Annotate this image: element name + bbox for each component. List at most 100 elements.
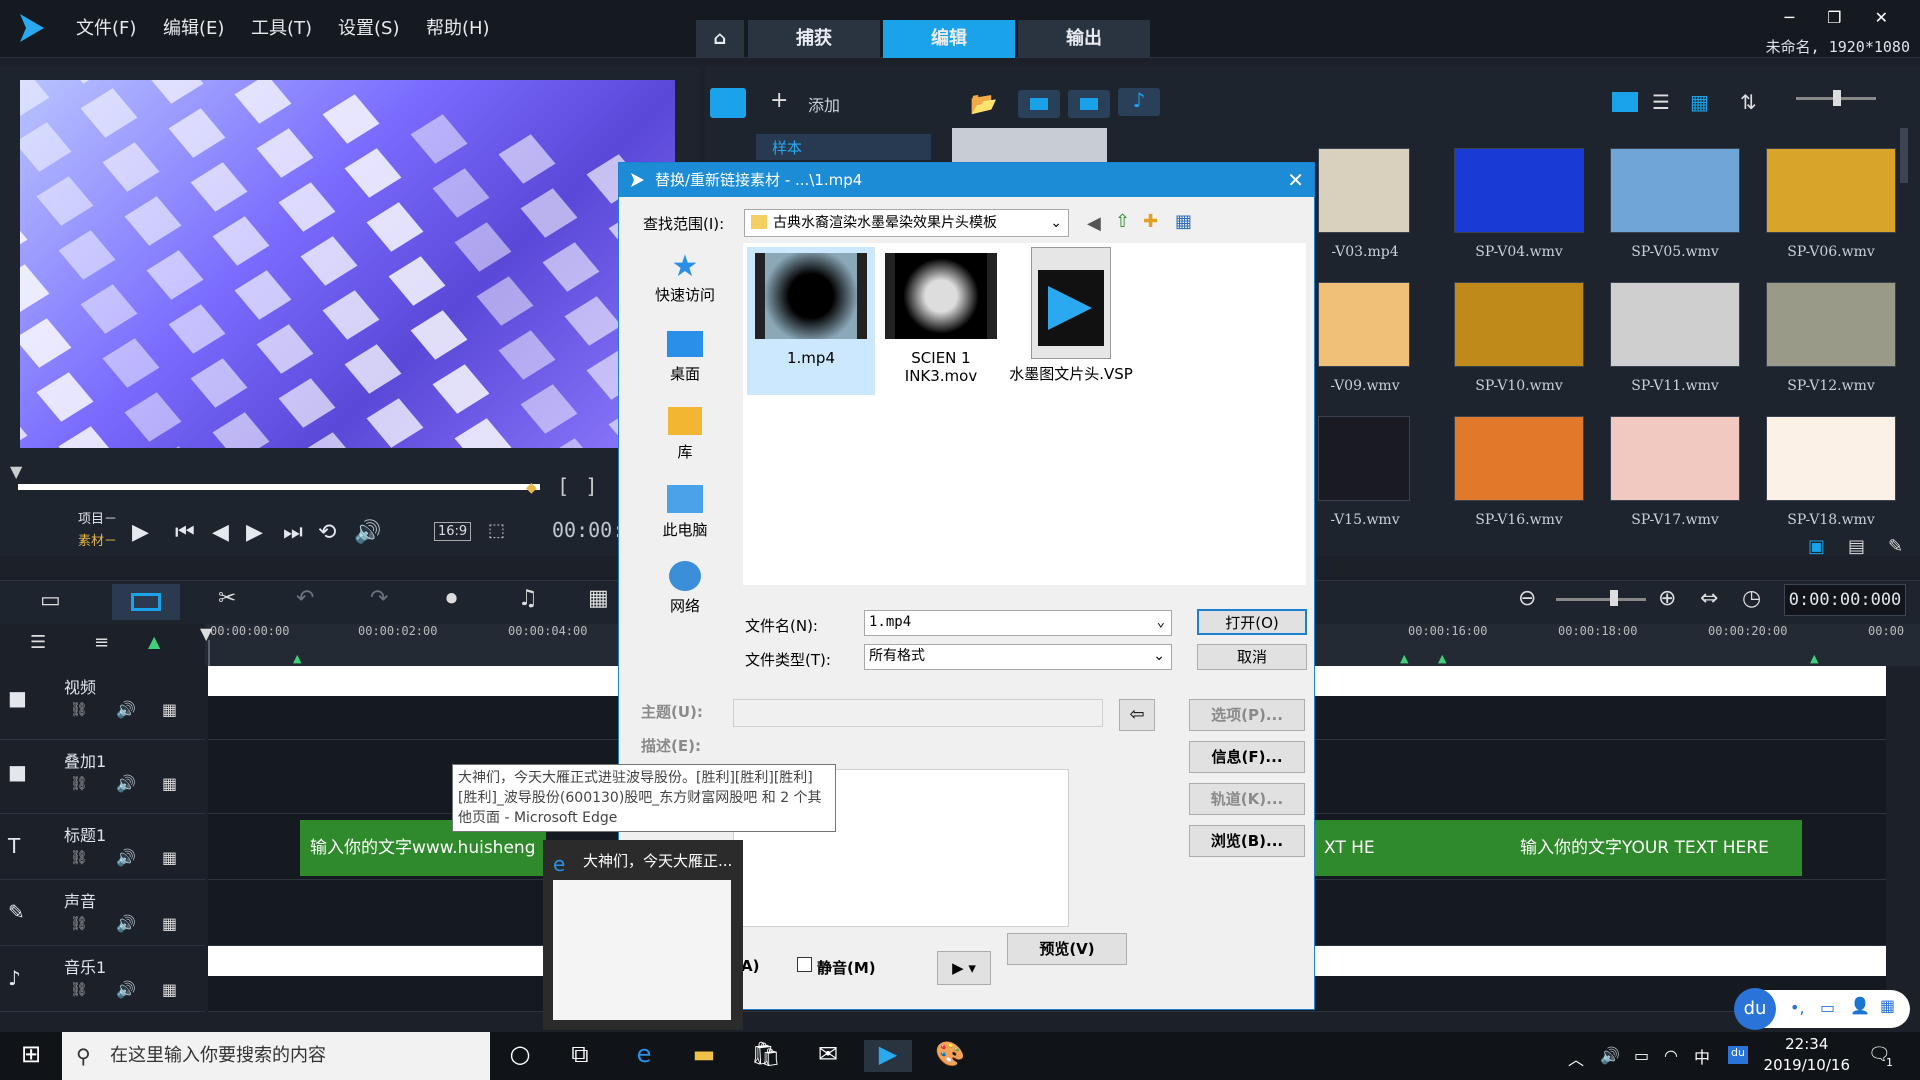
network-tray-icon[interactable]: ◠ (1664, 1046, 1678, 1065)
window-controls[interactable]: ─ ❐ ✕ (1784, 8, 1902, 27)
library-thumbnail[interactable] (1454, 148, 1584, 233)
track-header[interactable]: T 标题1 ⛓ 🔊 ▦ (0, 814, 205, 880)
library-thumbnail[interactable] (1766, 148, 1896, 233)
mute-checkbox[interactable] (797, 957, 812, 972)
link-icon[interactable]: ⛓ (70, 776, 88, 792)
view-menu-icon[interactable]: ▦ (1175, 211, 1192, 232)
storyboard-view-icon[interactable]: ▭ (40, 588, 61, 613)
link-icon[interactable]: ⛓ (70, 702, 88, 718)
file-explorer-icon[interactable]: ▬ (680, 1040, 728, 1072)
track-header[interactable]: ■ 视频 ⛓ 🔊 ▦ (0, 666, 205, 740)
go-to-end-icon[interactable]: ⏭ (283, 520, 303, 545)
track-button[interactable]: 轨道(K)... (1189, 783, 1305, 815)
mute-track-icon[interactable]: 🔊 (116, 914, 136, 933)
edge-taskbar-icon[interactable]: e (620, 1040, 668, 1072)
trim-start-marker[interactable]: ▼ (10, 462, 22, 481)
title-clip[interactable]: 输入你的文字YOUR TEXT HERE (1510, 820, 1802, 876)
show-audio-button[interactable]: ♪ (1118, 88, 1160, 116)
menu-help[interactable]: 帮助(H) (426, 14, 490, 40)
cancel-button[interactable]: 取消 (1197, 644, 1307, 670)
mute-track-icon[interactable]: 🔊 (116, 980, 136, 999)
baidu-toolbar-icon-2[interactable]: ▭ (1820, 998, 1835, 1017)
library-bottom-icon-1[interactable]: ▣ (1808, 536, 1825, 557)
library-thumb-partial[interactable] (952, 128, 1107, 164)
go-to-start-icon[interactable]: ⏮ (175, 520, 195, 545)
library-thumbnail[interactable] (1610, 282, 1740, 367)
track-option-icon[interactable]: ▦ (162, 700, 177, 719)
link-icon[interactable]: ⛓ (70, 850, 88, 866)
zoom-slider-handle[interactable] (1610, 590, 1618, 606)
task-view-icon[interactable]: ⧉ (556, 1040, 604, 1072)
tab-edit[interactable]: 编辑 (883, 20, 1015, 58)
library-thumbnail[interactable] (1318, 282, 1410, 367)
show-photo-button[interactable] (1068, 90, 1110, 118)
file-list[interactable]: 1.mp4 SCIEN 1 INK3.mov 水墨图文片头.VSP (743, 243, 1306, 585)
tab-capture[interactable]: 捕获 (748, 20, 880, 58)
playhead-icon[interactable]: ▼ (200, 624, 212, 643)
user-icon[interactable]: 👤 (1850, 996, 1870, 1015)
place-libraries[interactable]: 库 (635, 403, 735, 462)
crop-icon[interactable]: ⬚ (488, 520, 505, 541)
place-network[interactable]: 网络 (635, 557, 735, 616)
start-windows-icon[interactable]: ⊞ (14, 1040, 48, 1072)
place-quick-access[interactable]: ★ 快速访问 (635, 249, 735, 305)
aspect-ratio-button[interactable]: 16:9 (434, 522, 472, 541)
zoom-in-icon[interactable]: ⊕ (1658, 586, 1676, 611)
link-icon[interactable]: ⛓ (70, 982, 88, 998)
clock-icon[interactable]: ◷ (1742, 586, 1761, 611)
menu-edit[interactable]: 编辑(E) (163, 14, 224, 40)
view-grid-icon[interactable]: ▦ (1690, 90, 1709, 114)
mute-track-icon[interactable]: 🔊 (116, 774, 136, 793)
undo-icon[interactable]: ↶ (296, 586, 314, 611)
timeline-view-button[interactable] (112, 584, 180, 620)
file-item[interactable]: SCIEN 1 INK3.mov (877, 247, 1005, 395)
up-folder-icon[interactable]: ⇧ (1115, 211, 1130, 232)
fit-project-icon[interactable]: ⇔ (1700, 586, 1718, 611)
link-icon[interactable]: ⛓ (70, 916, 88, 932)
add-icon[interactable]: + (770, 88, 788, 113)
battery-icon[interactable]: ▭ (1634, 1046, 1649, 1065)
home-tab[interactable]: ⌂ (696, 20, 744, 58)
cortana-icon[interactable]: ○ (496, 1040, 544, 1072)
repeat-icon[interactable]: ⟲ (318, 520, 336, 545)
library-thumbnail[interactable] (1454, 282, 1584, 367)
track-manager-icon[interactable]: ☰ (30, 632, 46, 653)
library-thumbnail[interactable] (1766, 282, 1896, 367)
tray-chevron-icon[interactable]: ︿ (1568, 1046, 1584, 1070)
baidu-tray-icon[interactable]: du (1728, 1046, 1748, 1064)
file-item[interactable]: 1.mp4 (747, 247, 875, 395)
menu-file[interactable]: 文件(F) (76, 14, 136, 40)
clip-mode-label[interactable]: 素材－ (78, 530, 117, 549)
tools-icon[interactable]: ✂ (218, 586, 236, 611)
options-button[interactable]: 选项(P)... (1189, 699, 1305, 731)
trim-end-marker[interactable]: ◆ (526, 480, 537, 496)
info-button[interactable]: 信息(F)... (1189, 741, 1305, 773)
ime-indicator[interactable]: 中 (1694, 1044, 1710, 1068)
track-option-icon[interactable]: ▦ (162, 914, 177, 933)
videostudio-taskbar-icon[interactable]: ▶ (864, 1040, 912, 1072)
mail-icon[interactable]: ✉ (804, 1040, 852, 1072)
new-folder-icon[interactable]: ✚ (1143, 211, 1158, 232)
lookin-dropdown[interactable]: 古典水裔渲染水墨晕染效果片头模板 ⌄ (744, 209, 1069, 237)
back-icon[interactable]: ◀ (1087, 213, 1101, 234)
library-thumbnail[interactable] (1610, 416, 1740, 501)
store-icon[interactable]: 🛍 (742, 1040, 790, 1072)
import-media-icon[interactable]: 📂 (970, 92, 997, 117)
track-header[interactable]: ✎ 声音 ⛓ 🔊 ▦ (0, 880, 205, 946)
project-mode-label[interactable]: 项目－ (78, 508, 117, 527)
mark-in-out[interactable]: [ ] (560, 474, 595, 498)
chapter-marker[interactable]: ▲ (1438, 652, 1446, 665)
chapter-marker[interactable]: ▲ (1400, 652, 1408, 665)
view-thumbnail-icon[interactable] (1612, 92, 1638, 112)
scrubber-bar[interactable] (18, 484, 540, 490)
previous-frame-icon[interactable]: ◀ (212, 520, 229, 545)
zoom-out-icon[interactable]: ⊖ (1518, 586, 1536, 611)
taskbar-clock[interactable]: 22:34 2019/10/16 (1764, 1034, 1850, 1076)
play-preview-button[interactable]: ▶ ▾ (937, 951, 991, 985)
volume-icon[interactable]: 🔊 (354, 520, 381, 545)
paint-icon[interactable]: 🎨 (926, 1040, 974, 1072)
view-list-icon[interactable]: ☰ (1652, 90, 1670, 114)
preview-button[interactable]: 预览(V) (1007, 933, 1127, 965)
tab-output[interactable]: 输出 (1018, 20, 1150, 58)
volume-tray-icon[interactable]: 🔊 (1600, 1046, 1620, 1065)
